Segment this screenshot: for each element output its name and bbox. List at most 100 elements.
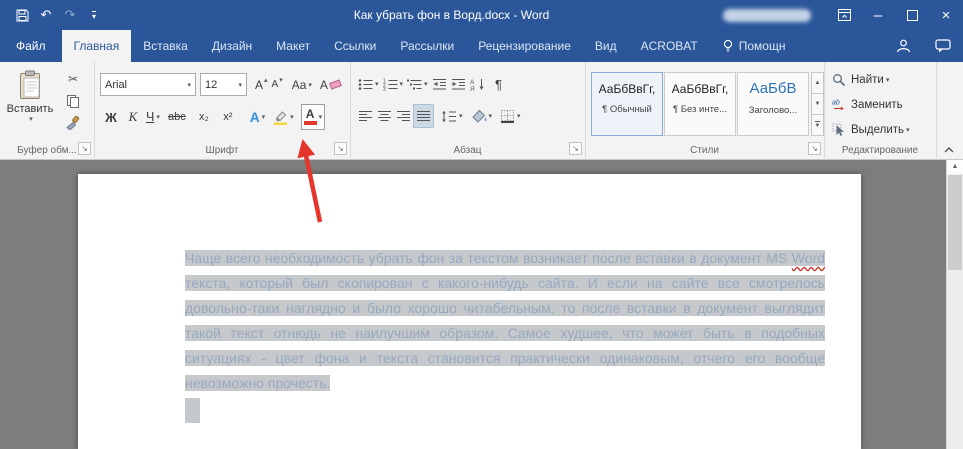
sort-button[interactable]: АЯ	[468, 73, 488, 95]
decrease-indent-button[interactable]	[430, 73, 449, 95]
shrink-font-button[interactable]: А▾	[270, 74, 285, 96]
tab-design[interactable]: Дизайн	[200, 30, 264, 62]
font-color-red-bar	[304, 121, 317, 125]
text-effects-button[interactable]: А▾	[248, 106, 267, 128]
titlebar-controls: – ×	[723, 0, 963, 30]
styles-more-button[interactable]: ▼	[811, 114, 824, 136]
scroll-up-button[interactable]: ▲	[947, 159, 963, 174]
tab-view[interactable]: Вид	[583, 30, 629, 62]
maximize-button[interactable]	[895, 0, 929, 30]
copy-button[interactable]	[62, 92, 84, 109]
justify-button[interactable]	[413, 104, 434, 128]
tab-mailings[interactable]: Рассылки	[388, 30, 466, 62]
tab-home[interactable]: Главная	[62, 30, 132, 62]
styles-scroll-down-button[interactable]: ▼	[811, 93, 824, 115]
sort-icon: АЯ	[470, 78, 486, 91]
eraser-icon	[329, 79, 342, 89]
scrollbar-thumb[interactable]	[948, 175, 962, 270]
svg-text:ab: ab	[832, 100, 840, 107]
tab-acrobat[interactable]: ACROBAT	[629, 30, 710, 62]
align-left-button[interactable]	[356, 105, 375, 127]
tab-layout[interactable]: Макет	[264, 30, 322, 62]
vertical-scrollbar[interactable]: ▲	[946, 159, 963, 449]
italic-button[interactable]: К	[122, 106, 144, 128]
styles-scroll-up-button[interactable]: ▲	[811, 72, 824, 94]
minimize-button[interactable]: –	[861, 0, 895, 30]
close-button[interactable]: ×	[929, 0, 963, 30]
select-button[interactable]: Выделить ▾	[832, 120, 910, 140]
selected-paragraph-mark	[185, 398, 200, 423]
increase-indent-button[interactable]	[449, 73, 468, 95]
account-name-blurred[interactable]	[723, 9, 811, 22]
paste-button[interactable]: Вставить ▾	[3, 66, 57, 123]
document-paragraph[interactable]: Чаще всего необходимость убрать фон за т…	[185, 246, 825, 396]
document-area[interactable]: Чаще всего необходимость убрать фон за т…	[0, 159, 963, 449]
grow-font-button[interactable]: А▴	[253, 74, 270, 96]
tab-references[interactable]: Ссылки	[322, 30, 388, 62]
find-button[interactable]: Найти ▾	[832, 70, 889, 90]
paragraph-dialog-launcher[interactable]: ↘	[569, 142, 582, 155]
sign-in-person-icon[interactable]	[883, 30, 923, 62]
font-color-button[interactable]: А ▾	[301, 104, 326, 130]
align-right-button[interactable]	[394, 105, 413, 127]
align-center-button[interactable]	[375, 105, 394, 127]
show-paragraph-marks-button[interactable]: ¶	[488, 73, 510, 95]
more-styles-icon: ▼	[815, 121, 821, 129]
format-painter-button[interactable]	[62, 114, 84, 131]
ribbon-display-options-button[interactable]	[827, 0, 861, 30]
undo-button[interactable]: ↶	[34, 2, 58, 28]
editing-group: Найти ▾ ab Заменить Выделить ▾ Редактиро…	[824, 62, 937, 158]
font-name-combobox[interactable]: Arial ▾	[100, 73, 196, 96]
font-group-label: Шрифт	[94, 145, 350, 156]
replace-button[interactable]: ab Заменить	[832, 95, 903, 115]
font-dialog-launcher[interactable]: ↘	[334, 142, 347, 155]
collapse-ribbon-button[interactable]	[944, 147, 954, 153]
superscript-button[interactable]: х²	[216, 106, 240, 128]
numbering-button[interactable]: 123▾	[381, 73, 406, 95]
replace-icon: ab	[832, 98, 846, 112]
line-spacing-button[interactable]: ▾	[439, 105, 465, 127]
chevron-down-icon: ▾	[187, 81, 191, 89]
down-arrow-icon: ▾	[279, 76, 283, 84]
style-sample: АаБбВвГг,	[665, 82, 735, 96]
style-sample: АаБбВ	[738, 80, 808, 97]
clipboard-dialog-launcher[interactable]: ↘	[78, 142, 91, 155]
borders-button[interactable]: ▾	[498, 105, 523, 127]
misspelled-word: Word	[792, 250, 825, 266]
subscript-button[interactable]: х₂	[192, 106, 216, 128]
tab-insert[interactable]: Вставка	[131, 30, 200, 62]
comments-icon[interactable]	[923, 30, 963, 62]
copy-icon	[66, 94, 80, 108]
change-case-label: Aa	[292, 78, 307, 92]
paragraph-group-label: Абзац	[350, 145, 585, 156]
cut-button[interactable]: ✂	[62, 70, 84, 87]
tab-assistant[interactable]: Помощн	[710, 30, 798, 62]
clipboard-group: Вставить ▾ ✂ Буфер обм... ↘	[0, 62, 95, 158]
change-case-button[interactable]: Aa▾	[290, 74, 314, 96]
styles-dialog-launcher[interactable]: ↘	[808, 142, 821, 155]
redo-button[interactable]: ↷	[58, 2, 82, 28]
text-effects-letter: А	[250, 110, 260, 125]
bold-button[interactable]: Ж	[100, 106, 122, 128]
style-card-no-spacing[interactable]: АаБбВвГг, ¶ Без инте...	[664, 72, 736, 136]
strikethrough-button[interactable]: abc	[162, 106, 192, 128]
tab-file[interactable]: Файл	[0, 30, 62, 62]
save-button[interactable]	[10, 2, 34, 28]
multilevel-list-button[interactable]: ▾	[405, 73, 430, 95]
bullets-button[interactable]: ▾	[356, 73, 381, 95]
style-card-heading1[interactable]: АаБбВ Заголово...	[737, 72, 809, 136]
tab-review[interactable]: Рецензирование	[466, 30, 583, 62]
shading-button[interactable]: ▾	[469, 105, 495, 127]
clear-formatting-button[interactable]: А	[318, 74, 343, 96]
minimize-icon: –	[874, 7, 882, 24]
align-center-icon	[377, 110, 392, 123]
styles-group-label: Стили	[585, 145, 824, 156]
font-size-combobox[interactable]: 12 ▾	[200, 73, 247, 96]
document-page[interactable]: Чаще всего необходимость убрать фон за т…	[78, 174, 861, 449]
underline-button[interactable]: Ч▾	[144, 106, 162, 128]
text-highlight-color-button[interactable]: ▾	[271, 106, 296, 128]
customize-quick-access-button[interactable]: ▾	[82, 2, 106, 28]
font-color-letter: А	[306, 109, 315, 120]
style-card-normal[interactable]: АаБбВвГг, ¶ Обычный	[591, 72, 663, 136]
chevron-down-icon: ▾	[400, 80, 404, 88]
